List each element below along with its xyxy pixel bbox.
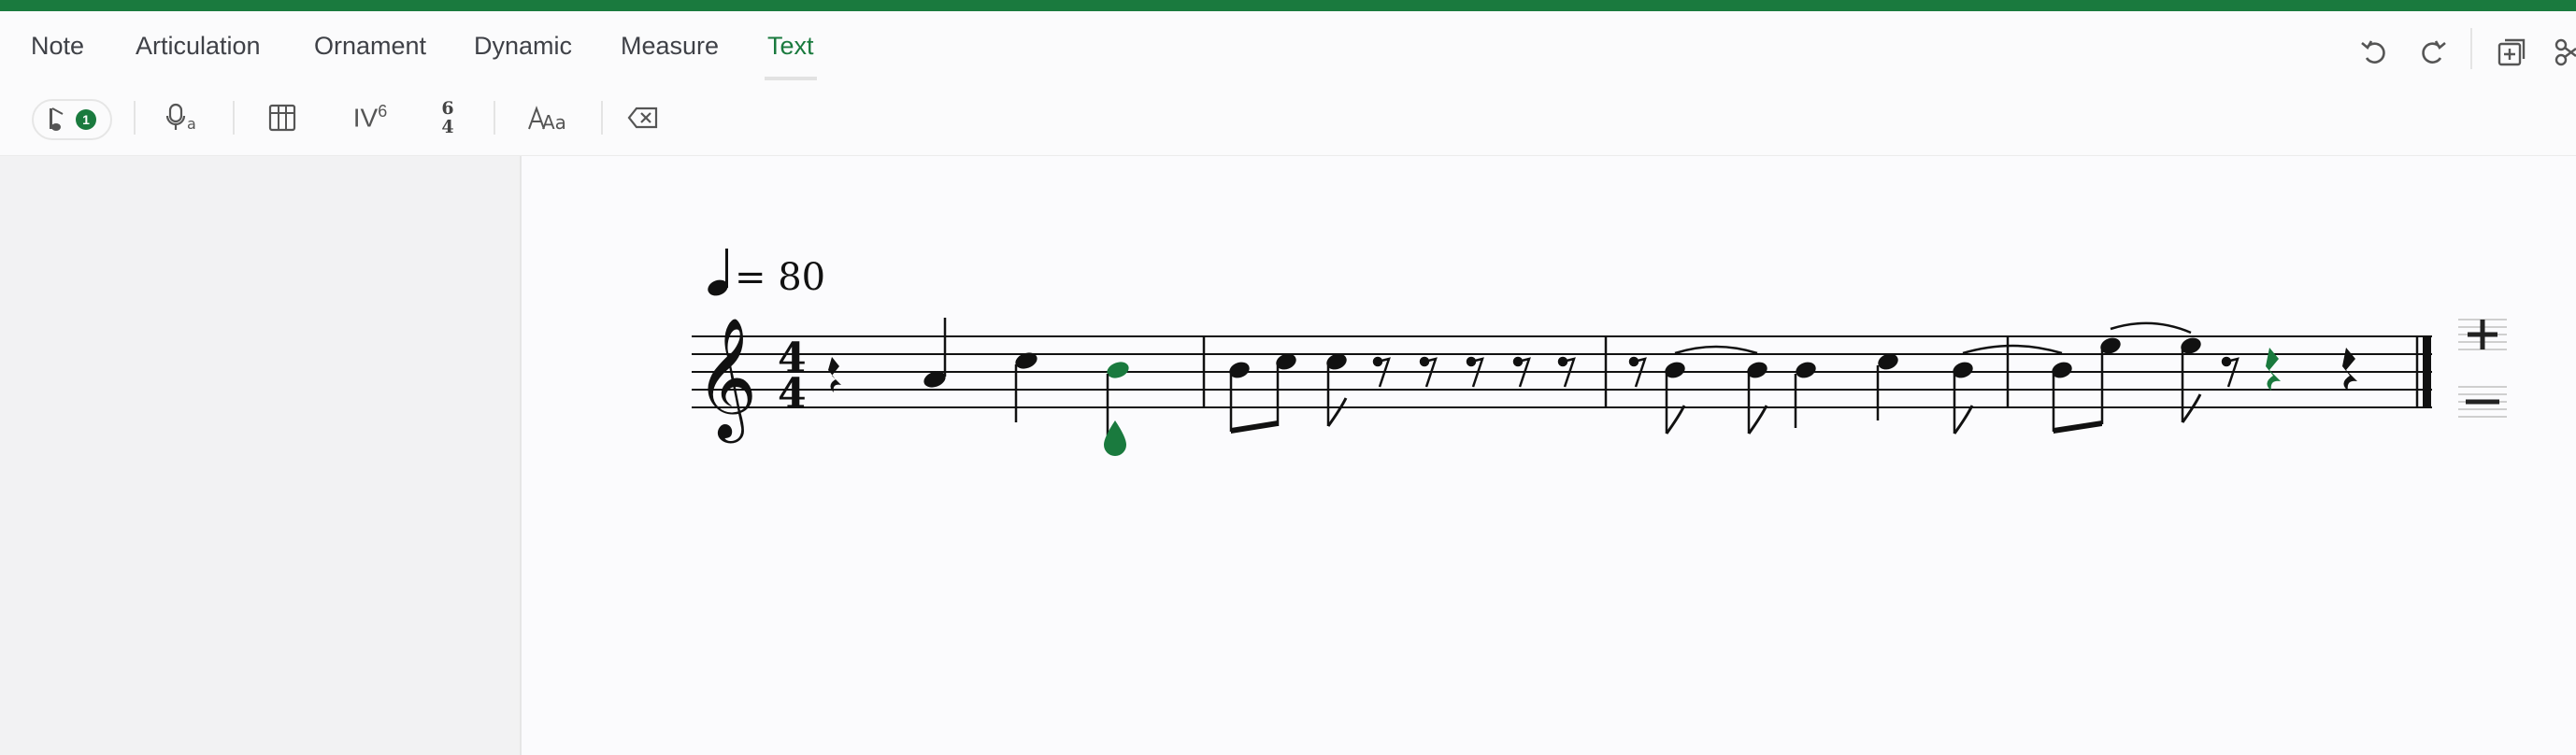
tab-ornament[interactable]: Ornament: [314, 32, 426, 61]
voice-selector-button[interactable]: 1: [32, 99, 112, 140]
beam: [2054, 420, 2102, 434]
remove-staff-button[interactable]: [2456, 381, 2509, 422]
figured-bass-button[interactable]: 6 4: [432, 95, 464, 140]
undo-icon[interactable]: [2356, 34, 2394, 71]
lyrics-mic-icon: a: [165, 103, 196, 133]
toolbar-divider: [134, 101, 136, 135]
delete-icon: [627, 107, 658, 129]
tab-measure[interactable]: Measure: [621, 32, 719, 61]
figured-bass-bottom: 4: [441, 117, 454, 137]
text-style-button[interactable]: Aa: [525, 95, 570, 140]
figured-bass-top: 6: [441, 98, 454, 119]
quarter-rest: [828, 357, 841, 392]
menu-tab-bar: Note Articulation Ornament Dynamic Measu…: [0, 11, 2576, 83]
text-style-icon: Aa: [528, 106, 566, 134]
tie: [1674, 345, 1758, 355]
tab-note[interactable]: Note: [31, 32, 84, 61]
toolbar-divider: [233, 101, 235, 135]
app-top-accent-bar: [0, 0, 2576, 11]
tab-text[interactable]: Text: [767, 32, 814, 61]
chord-button[interactable]: [264, 95, 301, 140]
scissors-icon[interactable]: [2552, 34, 2576, 71]
toolbar-divider: [2470, 28, 2472, 69]
voice-badge: 1: [76, 109, 96, 130]
add-staff-button[interactable]: [2456, 314, 2509, 355]
final-barline: [2423, 336, 2431, 407]
svg-text:a: a: [187, 115, 196, 133]
tab-articulation[interactable]: Articulation: [136, 32, 261, 61]
delete-button[interactable]: [624, 95, 662, 140]
svg-text:Aa: Aa: [542, 111, 566, 134]
music-staff[interactable]: 𝄞 4 4: [692, 318, 2449, 467]
time-signature-bottom: 4: [778, 370, 807, 418]
redo-icon[interactable]: [2413, 34, 2451, 71]
treble-clef-icon: 𝄞: [695, 318, 757, 444]
roman-superscript: 6: [378, 102, 388, 121]
toolbar-divider: [601, 101, 603, 135]
chord-grid-icon: [268, 104, 296, 132]
active-tab-indicator: [765, 77, 817, 80]
plus-icon: [2468, 320, 2497, 349]
lyrics-button[interactable]: a: [163, 95, 208, 140]
note-head: [1796, 362, 1816, 378]
left-sidebar-panel: [0, 156, 522, 755]
roman-numeral-button[interactable]: IV6: [340, 95, 400, 140]
tie: [1962, 344, 2063, 355]
add-copy-icon[interactable]: [2493, 34, 2530, 71]
tempo-marking[interactable]: = 80: [735, 256, 825, 299]
tab-dynamic[interactable]: Dynamic: [474, 32, 572, 61]
roman-numeral-icon: IV6: [353, 102, 387, 133]
tie: [2110, 321, 2192, 335]
beam: [1231, 420, 1278, 434]
voice-note-icon: [50, 107, 64, 131]
text-toolbar: 1 a IV6 6 4 Aa: [0, 82, 2576, 156]
roman-numeral-label: IV: [352, 103, 379, 133]
toolbar-divider: [494, 101, 495, 135]
